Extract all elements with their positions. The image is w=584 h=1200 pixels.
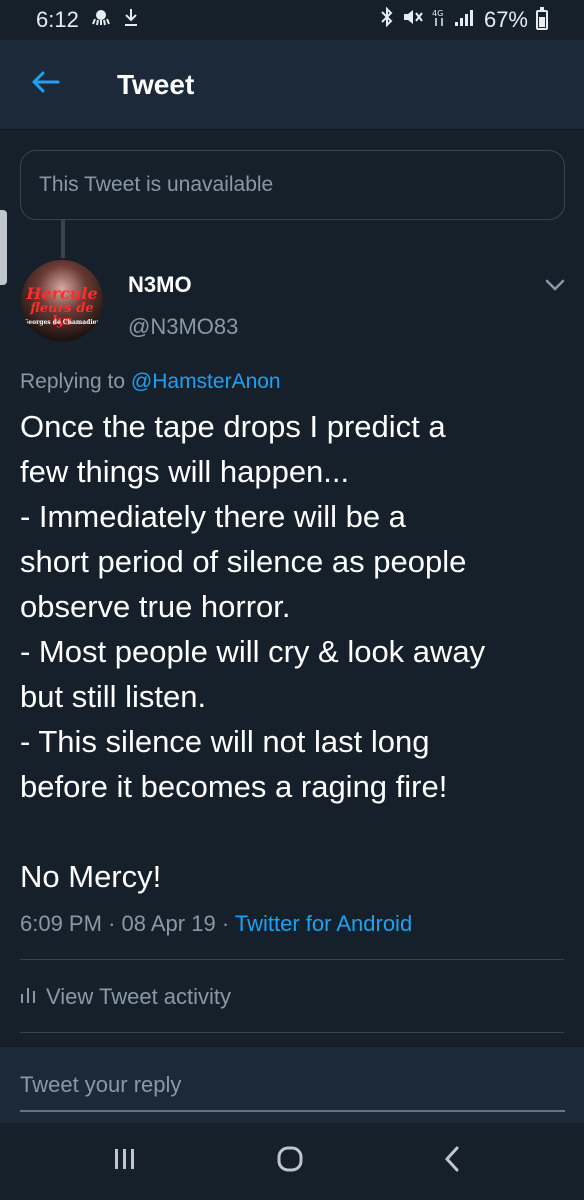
system-nav-bar [0, 1123, 584, 1200]
divider [20, 1032, 564, 1033]
replying-prefix: Replying to [20, 370, 131, 393]
recent-apps-button[interactable] [95, 1139, 155, 1184]
tweet-line: observe true horror. [20, 589, 291, 624]
tweet-line: before it becomes a raging fire! [20, 769, 448, 804]
replying-to-handle[interactable]: @HamsterAnon [131, 370, 281, 393]
tweet-line: few things will happen... [20, 454, 350, 489]
view-tweet-activity-button[interactable]: View Tweet activity [20, 984, 231, 1010]
replying-to: Replying to @HamsterAnon [20, 370, 281, 394]
divider [20, 959, 564, 960]
mute-icon [402, 7, 424, 33]
tweet-line: - Immediately there will be a [20, 499, 406, 534]
author-name[interactable]: N3MO [128, 272, 192, 298]
svg-text:4G: 4G [432, 9, 443, 18]
tweet-source-link[interactable]: Twitter for Android [235, 911, 412, 936]
system-back-button[interactable] [422, 1139, 482, 1184]
edge-panel-handle[interactable] [0, 210, 7, 285]
author-handle[interactable]: @N3MO83 [128, 314, 238, 340]
avatar-text-bottom: Georges de Chamadien [23, 319, 101, 326]
tweet-options-button[interactable] [540, 272, 570, 302]
reply-input[interactable]: Tweet your reply [20, 1072, 565, 1112]
tweet-line: short period of silence as people [20, 544, 467, 579]
meta-separator: · [108, 911, 116, 936]
battery-icon [536, 7, 548, 30]
app-header: Tweet [0, 40, 584, 130]
thread-connector [61, 220, 65, 258]
home-icon [276, 1145, 304, 1178]
reply-placeholder: Tweet your reply [20, 1072, 182, 1097]
download-icon [123, 7, 139, 33]
status-time: 6:12 [36, 7, 79, 32]
unavailable-text: This Tweet is unavailable [39, 173, 274, 196]
chevron-down-icon [545, 278, 565, 296]
signal-icon [454, 7, 476, 33]
tweet-date: 08 Apr 19 [121, 911, 216, 936]
back-button[interactable] [15, 55, 75, 115]
tweet-line: - Most people will cry & look away [20, 634, 486, 669]
unavailable-tweet-notice: This Tweet is unavailable [20, 150, 565, 220]
avatar[interactable]: Hercule fleurs de lys Georges de Chamadi… [21, 260, 103, 342]
tweet-line: Once the tape drops I predict a [20, 409, 446, 444]
tweet-line: No Mercy! [20, 859, 162, 894]
tweet-text: Once the tape drops I predict a few thin… [20, 404, 570, 899]
4g-icon: 4G [432, 7, 446, 33]
battery-percent: 67% [483, 7, 528, 32]
tweet-time: 6:09 PM [20, 911, 102, 936]
page-title: Tweet [117, 68, 195, 100]
tweet-line: but still listen. [20, 679, 207, 714]
avatar-text-top: Hercule [26, 284, 98, 303]
status-bar: 6:12 4G 67% [0, 0, 584, 40]
back-icon [443, 1145, 461, 1178]
octopus-icon [91, 7, 111, 33]
recent-apps-icon [112, 1147, 138, 1176]
home-button[interactable] [260, 1139, 320, 1184]
meta-separator: · [221, 911, 230, 936]
back-arrow-icon [30, 70, 60, 99]
tweet-line: - This silence will not last long [20, 724, 430, 759]
tweet-meta: 6:09 PM · 08 Apr 19 · Twitter for Androi… [20, 911, 412, 937]
bluetooth-icon [380, 6, 394, 33]
view-tweet-activity-label: View Tweet activity [46, 984, 232, 1009]
bar-chart-icon [20, 984, 36, 1010]
